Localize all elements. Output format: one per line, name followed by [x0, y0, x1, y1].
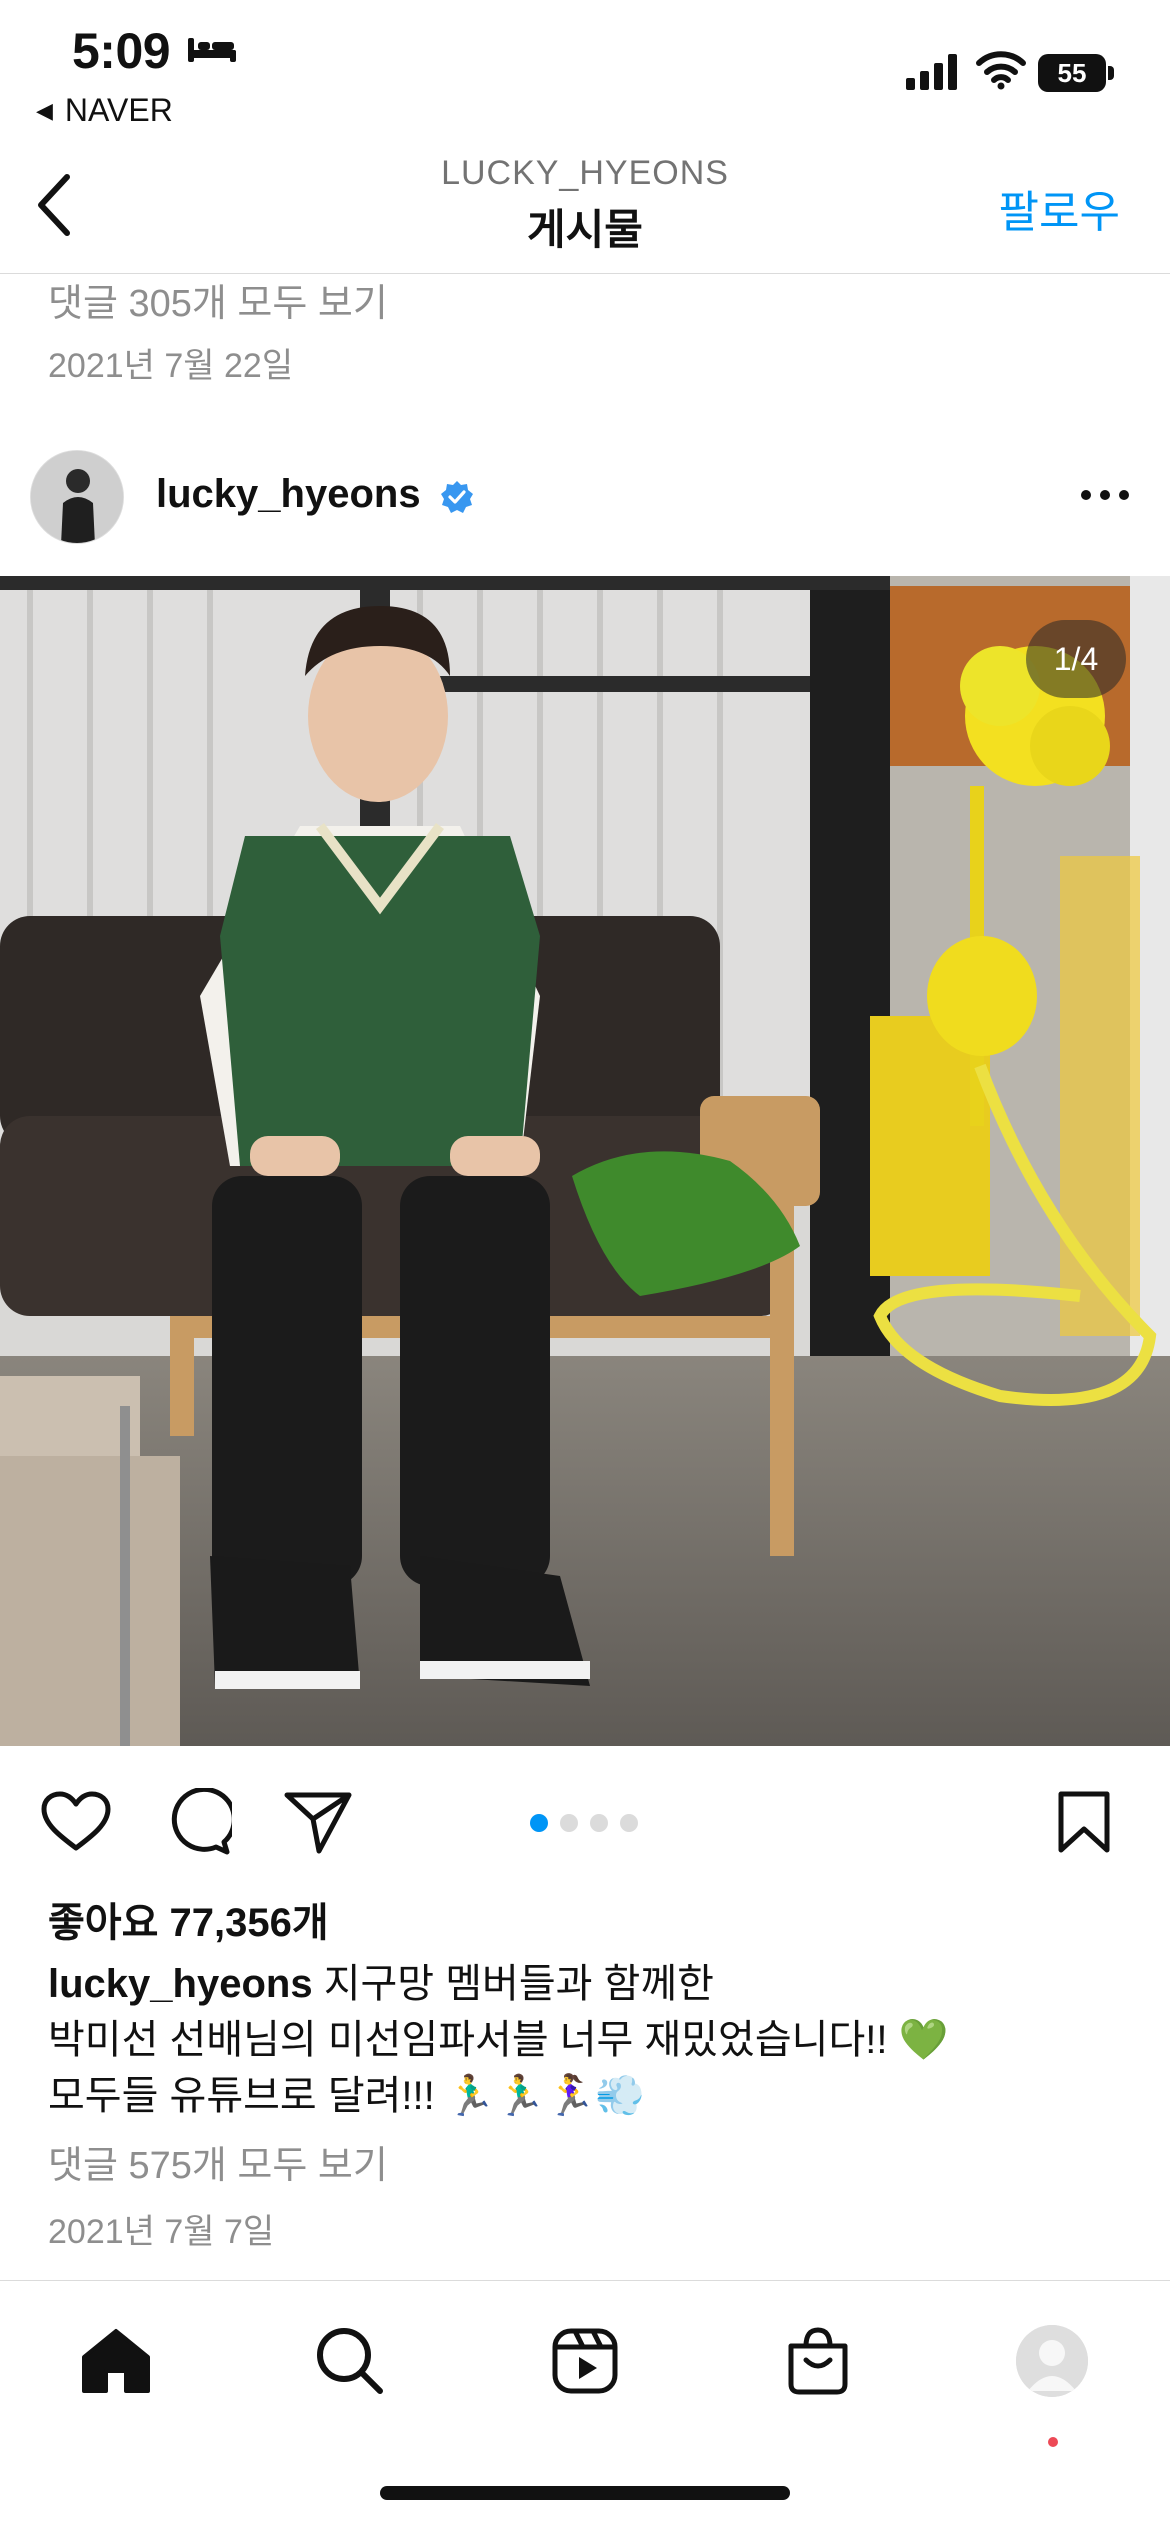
bookmark-button[interactable] — [1046, 1784, 1122, 1860]
carousel-dot-2[interactable] — [560, 1814, 578, 1832]
post-photo[interactable] — [0, 576, 1170, 1746]
status-time: 5:09 — [72, 23, 171, 79]
status-bar: 5:09 ◀ NAVER 55 — [0, 0, 1170, 140]
more-options-button[interactable] — [1070, 470, 1140, 520]
instagram-post-screen: 5:09 ◀ NAVER 55 LUCKY_HYEONS 게시물 팔로우 댓글 … — [0, 0, 1170, 2532]
nav-reels[interactable] — [545, 2321, 625, 2401]
nav-profile[interactable] — [1012, 2321, 1092, 2401]
heart-icon — [41, 1791, 111, 1851]
carousel-dot-1[interactable] — [530, 1814, 548, 1832]
header-username: LUCKY_HYEONS — [441, 154, 729, 192]
battery-tip — [1108, 66, 1114, 80]
post-username[interactable]: lucky_hyeons — [156, 472, 421, 517]
battery-icon: 55 — [1038, 54, 1114, 92]
bed-icon — [188, 38, 236, 62]
previous-view-comments-link[interactable]: 댓글 305개 모두 보기 — [48, 272, 388, 327]
wifi-icon — [976, 51, 1026, 90]
home-indicator[interactable] — [380, 2486, 790, 2500]
search-icon — [317, 2328, 383, 2394]
reels-icon — [552, 2328, 618, 2394]
post-image — [0, 576, 1170, 1746]
nav-search[interactable] — [310, 2321, 390, 2401]
caption-username[interactable]: lucky_hyeons — [48, 1962, 313, 2006]
battery-level: 55 — [1038, 54, 1106, 92]
back-triangle-icon: ◀ — [36, 98, 53, 123]
home-icon — [82, 2329, 150, 2393]
share-icon — [284, 1792, 352, 1854]
profile-silhouette-icon — [1016, 2325, 1088, 2397]
post-actions — [0, 1770, 1170, 1870]
share-button[interactable] — [280, 1784, 356, 1860]
follow-button[interactable]: 팔로우 — [999, 176, 1120, 240]
back-to-app-link[interactable]: ◀ NAVER — [36, 92, 173, 129]
comment-icon — [171, 1788, 232, 1855]
previous-post-date: 2021년 7월 22일 — [48, 347, 294, 385]
more-icon — [1081, 490, 1129, 500]
view-comments-link[interactable]: 댓글 575개 모두 보기 — [48, 2134, 388, 2189]
post-header-bar: LUCKY_HYEONS 게시물 팔로우 — [0, 140, 1170, 274]
nav-home[interactable] — [76, 2321, 156, 2401]
caption-line-3: 모두들 유튜브로 달려!!! 🏃‍♂️🏃‍♂️🏃‍♀️💨 — [48, 2074, 646, 2118]
notification-dot — [1048, 2437, 1058, 2447]
carousel-dots — [530, 1814, 638, 1834]
page-title: 게시물 — [527, 206, 643, 253]
carousel-dot-4[interactable] — [620, 1814, 638, 1832]
profile-avatar — [1016, 2325, 1088, 2397]
carousel-page-counter: 1/4 — [1026, 620, 1126, 698]
carousel-dot-3[interactable] — [590, 1814, 608, 1832]
avatar-photo — [31, 451, 123, 543]
comment-button[interactable] — [160, 1784, 236, 1860]
caption-line-1: lucky_hyeons 지구망 멤버들과 함께한 — [48, 1956, 1128, 2012]
post-caption: lucky_hyeons 지구망 멤버들과 함께한 박미선 선배님의 미선임파서… — [48, 1956, 1128, 2124]
signal-icon — [906, 54, 957, 90]
back-app-label: NAVER — [64, 92, 173, 128]
avatar[interactable] — [30, 450, 124, 544]
verified-badge-icon — [441, 481, 473, 513]
like-button[interactable] — [38, 1784, 114, 1860]
likes-count[interactable]: 좋아요 77,356개 — [48, 1890, 329, 1948]
shop-icon — [788, 2327, 848, 2395]
caption-line-2: 박미선 선배님의 미선임파서블 너무 재밌었습니다!! 💚 — [48, 2018, 949, 2062]
nav-shop[interactable] — [778, 2321, 858, 2401]
caption-text-1: 지구망 멤버들과 함께한 — [323, 1962, 714, 2006]
post-date: 2021년 7월 7일 — [48, 2213, 275, 2251]
bookmark-icon — [1058, 1791, 1110, 1853]
